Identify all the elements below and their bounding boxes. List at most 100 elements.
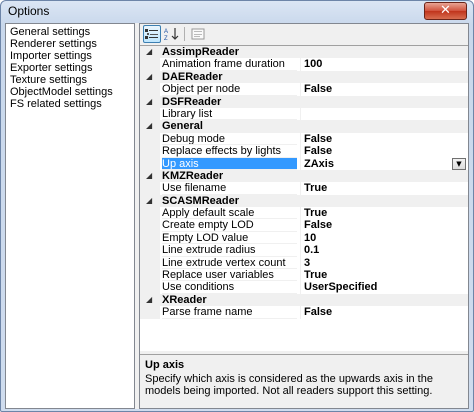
row-gutter — [140, 157, 160, 170]
property-value[interactable]: 3 — [300, 256, 468, 270]
property-value[interactable]: True — [300, 182, 468, 195]
collapse-icon[interactable]: ◢ — [146, 120, 156, 132]
property-row[interactable]: Replace user variables True — [140, 269, 468, 282]
collapse-icon[interactable]: ◢ — [146, 294, 156, 306]
row-gutter — [140, 83, 160, 96]
collapse-icon[interactable]: ◢ — [146, 46, 156, 58]
property-row[interactable]: Parse frame name False — [140, 306, 468, 319]
property-name[interactable]: Create empty LOD — [162, 219, 297, 232]
close-button[interactable]: ✕ — [424, 2, 467, 20]
property-value[interactable]: False — [300, 83, 468, 96]
property-value-text: ZAxis — [304, 157, 334, 170]
property-name[interactable]: Library list — [162, 108, 297, 121]
property-grid: ◢ AssimpReader Animation frame duration 100… — [140, 45, 468, 351]
property-value-text: 0.1 — [304, 244, 320, 257]
toolbar-separator — [184, 27, 185, 41]
property-value[interactable]: ZAxis ▼ — [300, 157, 468, 170]
category-item[interactable]: FS related settings — [10, 98, 134, 110]
property-row[interactable]: Use conditions UserSpecified — [140, 281, 468, 294]
row-gutter — [140, 269, 160, 282]
property-value-text: 3 — [304, 256, 311, 269]
property-pages-button[interactable] — [189, 25, 207, 43]
property-name[interactable]: Debug mode — [162, 133, 297, 146]
property-row[interactable]: Replace effects by lights False — [140, 145, 468, 158]
property-row[interactable]: Library list — [140, 107, 468, 121]
property-row[interactable]: Object per node False — [140, 83, 468, 96]
row-gutter — [140, 58, 160, 71]
alphabetical-sort-icon: A Z — [164, 28, 179, 41]
property-name[interactable]: Parse frame name — [162, 306, 297, 319]
category-item[interactable]: Exporter settings — [10, 62, 134, 74]
property-row[interactable]: Line extrude vertex count 3 — [140, 256, 468, 270]
property-value[interactable]: False — [300, 132, 468, 146]
category-item[interactable]: Importer settings — [10, 50, 134, 62]
row-gutter — [140, 182, 160, 195]
property-grid-panel: A Z ◢ AssimpReader Animation frame duratio… — [139, 23, 469, 409]
dropdown-arrow-icon[interactable]: ▼ — [452, 157, 466, 170]
window-title: Options — [8, 4, 50, 18]
property-value[interactable]: False — [300, 306, 468, 319]
row-gutter — [140, 244, 160, 257]
property-value[interactable]: UserSpecified — [300, 281, 468, 294]
property-value-text: False — [304, 132, 333, 145]
property-row[interactable]: Animation frame duration 100 — [140, 58, 468, 71]
property-group-header[interactable]: ◢ KMZReader — [140, 169, 468, 183]
svg-text:Z: Z — [164, 36, 168, 41]
property-row[interactable]: Use filename True — [140, 182, 468, 195]
alphabetical-sort-button[interactable]: A Z — [163, 25, 181, 43]
property-value[interactable]: 10 — [300, 231, 468, 245]
property-name[interactable]: Apply default scale — [162, 207, 297, 220]
collapse-icon[interactable]: ◢ — [146, 195, 156, 207]
description-text: Specify which axis is considered as the … — [145, 373, 433, 397]
client-area: General settings Renderer settings Importe… — [5, 23, 469, 409]
property-name[interactable]: Line extrude radius — [162, 244, 297, 257]
property-value-text: False — [304, 83, 333, 96]
property-row[interactable]: Up axis ZAxis ▼ — [140, 157, 468, 170]
row-gutter — [140, 145, 160, 158]
property-name[interactable]: Replace effects by lights — [162, 145, 297, 158]
settings-category-list[interactable]: General settings Renderer settings Importe… — [5, 23, 135, 409]
property-name[interactable]: Up axis — [162, 157, 297, 170]
property-value[interactable]: 100 — [300, 58, 468, 71]
property-value-text: 10 — [304, 231, 317, 244]
property-name[interactable]: Object per node — [162, 83, 297, 96]
property-name[interactable]: Use filename — [162, 182, 297, 195]
property-name[interactable]: Empty LOD value — [162, 232, 297, 245]
options-window: Options ✕ General settings Renderer setti… — [0, 0, 474, 412]
property-name[interactable]: Animation frame duration — [162, 58, 297, 71]
property-name[interactable]: Use conditions — [162, 281, 297, 294]
property-value[interactable]: True — [300, 269, 468, 282]
category-item[interactable]: ObjectModel settings — [10, 86, 134, 98]
property-group-header[interactable]: ◢ DAEReader — [140, 70, 468, 84]
property-name[interactable]: Line extrude vertex count — [162, 257, 297, 270]
property-group-header[interactable]: ◢ XReader — [140, 293, 468, 307]
collapse-icon[interactable]: ◢ — [146, 170, 156, 182]
property-row[interactable]: Apply default scale True — [140, 207, 468, 220]
close-icon: ✕ — [440, 3, 451, 18]
property-group-header[interactable]: ◢ AssimpReader — [140, 46, 468, 59]
categorized-button[interactable] — [143, 25, 161, 43]
property-group-header[interactable]: ◢ General — [140, 120, 468, 133]
property-value[interactable] — [300, 107, 468, 121]
collapse-icon[interactable]: ◢ — [146, 96, 156, 108]
categorized-icon — [145, 29, 158, 39]
property-row[interactable]: Create empty LOD False — [140, 219, 468, 232]
property-value-text: True — [304, 182, 328, 195]
category-item[interactable]: Texture settings — [10, 74, 134, 86]
property-value[interactable]: True — [300, 207, 468, 220]
category-item[interactable]: Renderer settings — [10, 38, 134, 50]
property-value[interactable]: False — [300, 219, 468, 232]
property-value[interactable]: 0.1 — [300, 244, 468, 257]
property-group-header[interactable]: ◢ SCASMReader — [140, 194, 468, 208]
property-row[interactable]: Line extrude radius 0.1 — [140, 244, 468, 257]
property-group-label: General — [162, 120, 203, 133]
collapse-icon[interactable]: ◢ — [146, 71, 156, 83]
property-value[interactable]: False — [300, 145, 468, 158]
property-row[interactable]: Empty LOD value 10 — [140, 231, 468, 245]
property-group-header[interactable]: ◢ DSFReader — [140, 95, 468, 108]
title-bar[interactable]: Options ✕ — [1, 1, 473, 23]
property-name[interactable]: Replace user variables — [162, 269, 297, 282]
category-item[interactable]: General settings — [10, 26, 134, 38]
property-row[interactable]: Debug mode False — [140, 132, 468, 146]
property-value-text: False — [304, 306, 333, 319]
